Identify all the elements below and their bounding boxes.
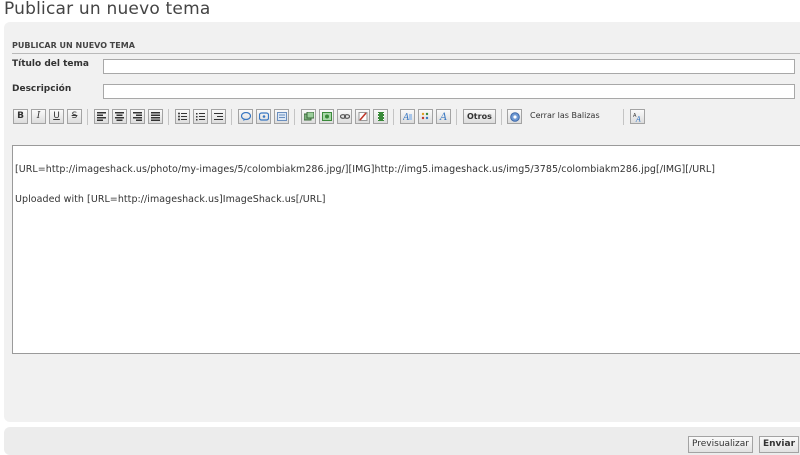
help-icon xyxy=(510,112,520,122)
justify-icon xyxy=(151,112,160,121)
toolbar-separator xyxy=(294,109,295,125)
bold-button[interactable]: B xyxy=(13,109,28,124)
font-size-button[interactable]: A xyxy=(400,109,415,124)
editor-toolbar: B I U S A A Otros Cerrar las Balizas A A xyxy=(13,106,800,128)
spell-check-icon: AA xyxy=(633,113,641,123)
align-left-icon xyxy=(97,112,106,121)
indent-button[interactable] xyxy=(211,109,226,124)
strikethrough-button[interactable]: S xyxy=(67,109,82,124)
preview-button[interactable]: Previsualizar xyxy=(688,436,753,453)
editor-line: [URL=http://imageshack.us/photo/my-image… xyxy=(15,164,716,175)
svg-text:A: A xyxy=(403,113,410,121)
page-title: Publicar un nuevo tema xyxy=(4,0,211,19)
color-icon xyxy=(421,112,429,120)
unordered-list-icon xyxy=(178,112,187,121)
unordered-list-button[interactable] xyxy=(175,109,190,124)
ordered-list-button[interactable] xyxy=(193,109,208,124)
align-left-button[interactable] xyxy=(94,109,109,124)
toolbar-separator xyxy=(168,109,169,125)
toolbar-separator xyxy=(87,109,88,125)
toolbar-separator xyxy=(623,109,624,125)
code-icon xyxy=(259,112,269,121)
image-icon xyxy=(304,112,314,121)
form-actions-bar: Previsualizar Enviar xyxy=(4,427,800,455)
italic-button[interactable]: I xyxy=(31,109,46,124)
film-icon xyxy=(378,112,384,121)
justify-button[interactable] xyxy=(148,109,163,124)
php-button[interactable] xyxy=(274,109,289,124)
quote-icon xyxy=(241,112,251,121)
font-button[interactable]: A xyxy=(436,109,451,124)
indent-icon xyxy=(214,113,223,120)
quote-button[interactable] xyxy=(238,109,253,124)
otros-button[interactable]: Otros xyxy=(463,109,496,124)
align-right-icon xyxy=(133,112,142,121)
link-button[interactable] xyxy=(337,109,352,124)
font-icon: A xyxy=(439,112,447,121)
media-icon xyxy=(322,112,332,121)
close-tags-button[interactable]: Cerrar las Balizas xyxy=(527,109,603,124)
align-right-button[interactable] xyxy=(130,109,145,124)
message-editor[interactable]: [URL=http://imageshack.us/photo/my-image… xyxy=(12,145,800,354)
align-center-icon xyxy=(115,112,124,121)
link-icon xyxy=(340,114,350,119)
svg-text:A: A xyxy=(439,112,447,121)
pdf-icon xyxy=(358,112,368,121)
section-header: PUBLICAR UN NUEVO TEMA xyxy=(12,41,800,54)
font-size-icon: A xyxy=(403,113,412,121)
editor-line: Uploaded with [URL=http://imageshack.us]… xyxy=(15,194,326,205)
title-input[interactable] xyxy=(103,59,795,74)
php-icon xyxy=(277,112,287,121)
color-button[interactable] xyxy=(418,109,433,124)
code-button[interactable] xyxy=(256,109,271,124)
ordered-list-icon xyxy=(196,113,205,121)
toolbar-separator xyxy=(456,109,457,125)
description-input[interactable] xyxy=(103,84,795,99)
help-button[interactable] xyxy=(507,109,522,124)
underline-button[interactable]: U xyxy=(49,109,64,124)
post-form-panel: PUBLICAR UN NUEVO TEMA Título del tema D… xyxy=(4,22,800,422)
align-center-button[interactable] xyxy=(112,109,127,124)
spell-check-button[interactable]: AA xyxy=(630,109,645,124)
title-label: Título del tema xyxy=(12,59,89,69)
toolbar-separator xyxy=(231,109,232,125)
description-label: Descripción xyxy=(12,84,72,94)
image-button[interactable] xyxy=(301,109,316,124)
media-button[interactable] xyxy=(319,109,334,124)
toolbar-separator xyxy=(501,109,502,125)
pdf-button[interactable] xyxy=(355,109,370,124)
toolbar-separator xyxy=(393,109,394,125)
film-button[interactable] xyxy=(373,109,388,124)
svg-text:A: A xyxy=(635,116,641,123)
submit-button[interactable]: Enviar xyxy=(759,436,800,453)
